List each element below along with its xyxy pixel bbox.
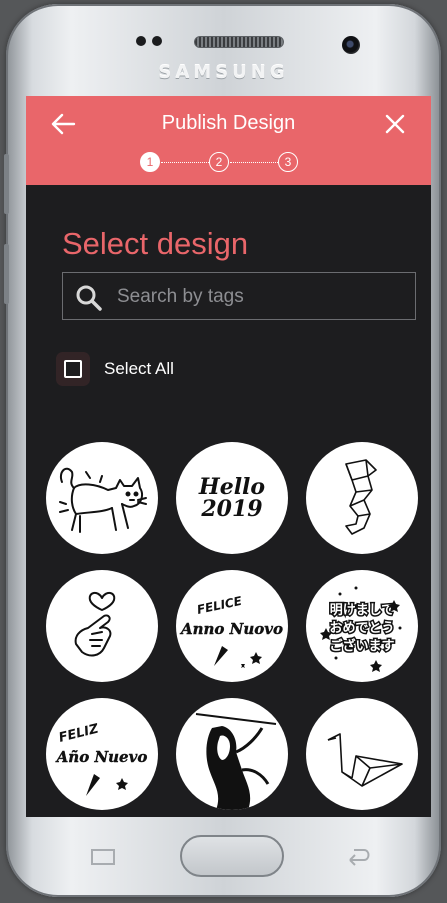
design-akemashite-omedetou[interactable]: 明けまして おめでとう ございます: [306, 570, 418, 682]
sensor-dots: [136, 36, 162, 46]
anno-nuovo-text: Anno Nuovo: [179, 620, 283, 638]
select-all-label: Select All: [104, 359, 174, 378]
volume-down-key: [4, 244, 9, 304]
step-3: 3: [278, 152, 298, 172]
search-box[interactable]: [62, 272, 416, 320]
recent-apps-icon: [91, 849, 115, 865]
brand-logo: SAMSUNG: [158, 62, 289, 83]
feliz-text: FELIZ: [57, 721, 100, 745]
search-icon: [76, 285, 102, 311]
home-button[interactable]: [180, 835, 284, 877]
finger-heart-illustration: [74, 592, 116, 657]
search-input[interactable]: [115, 281, 409, 313]
earpiece-speaker: [194, 36, 284, 48]
select-all-row[interactable]: Select All: [56, 354, 174, 384]
design-finger-heart[interactable]: [46, 570, 158, 682]
felice-anno-nuovo-lettering: FELICE Anno Nuovo: [179, 594, 283, 668]
design-angry-cat[interactable]: [46, 442, 158, 554]
back-nav-button[interactable]: [344, 846, 372, 871]
step-2: 2: [209, 152, 229, 172]
step-connector: [161, 162, 209, 163]
feliz-ano-nuevo-lettering: FELIZ Año Nuevo: [54, 721, 148, 796]
samurai-illustration: [195, 713, 277, 810]
cat-illustration: [59, 467, 147, 533]
jp-line-2: おめでとう: [329, 621, 394, 636]
felice-text: FELICE: [196, 594, 244, 617]
front-camera: [342, 36, 360, 54]
back-nav-icon: [349, 849, 370, 866]
seahorse-illustration: [345, 459, 377, 535]
design-hello-2019[interactable]: Hello 2019: [176, 442, 288, 554]
app-screen: Publish Design 1 2 3 Select design Selec…: [26, 96, 431, 817]
design-samurai-woman[interactable]: [176, 698, 288, 810]
year-text: 2019: [200, 496, 262, 522]
design-origami-crane[interactable]: [306, 698, 418, 810]
hello-2019-lettering: Hello 2019: [198, 474, 265, 522]
close-button[interactable]: [377, 106, 413, 142]
close-icon: [385, 114, 405, 134]
design-feliz-ano-nuevo[interactable]: FELIZ Año Nuevo: [46, 698, 158, 810]
jp-line-1: 明けまして: [330, 603, 395, 618]
ano-nuevo-text: Año Nuevo: [55, 748, 148, 766]
design-origami-seahorse[interactable]: [306, 442, 418, 554]
section-heading: Select design: [62, 226, 249, 261]
step-1: 1: [140, 152, 160, 172]
progress-stepper: 1 2 3: [140, 152, 320, 172]
jp-line-3: ございます: [329, 638, 394, 654]
volume-up-key: [4, 154, 9, 214]
page-title: Publish Design: [161, 112, 296, 134]
step-connector: [230, 162, 278, 163]
select-all-checkbox[interactable]: [64, 360, 82, 378]
crane-illustration: [327, 733, 403, 787]
recent-apps-button[interactable]: [90, 848, 116, 871]
design-felice-anno-nuovo[interactable]: FELICE Anno Nuovo: [176, 570, 288, 682]
japanese-new-year-lettering: 明けまして おめでとう ございます: [320, 586, 402, 672]
app-header: Publish Design 1 2 3: [26, 96, 431, 185]
